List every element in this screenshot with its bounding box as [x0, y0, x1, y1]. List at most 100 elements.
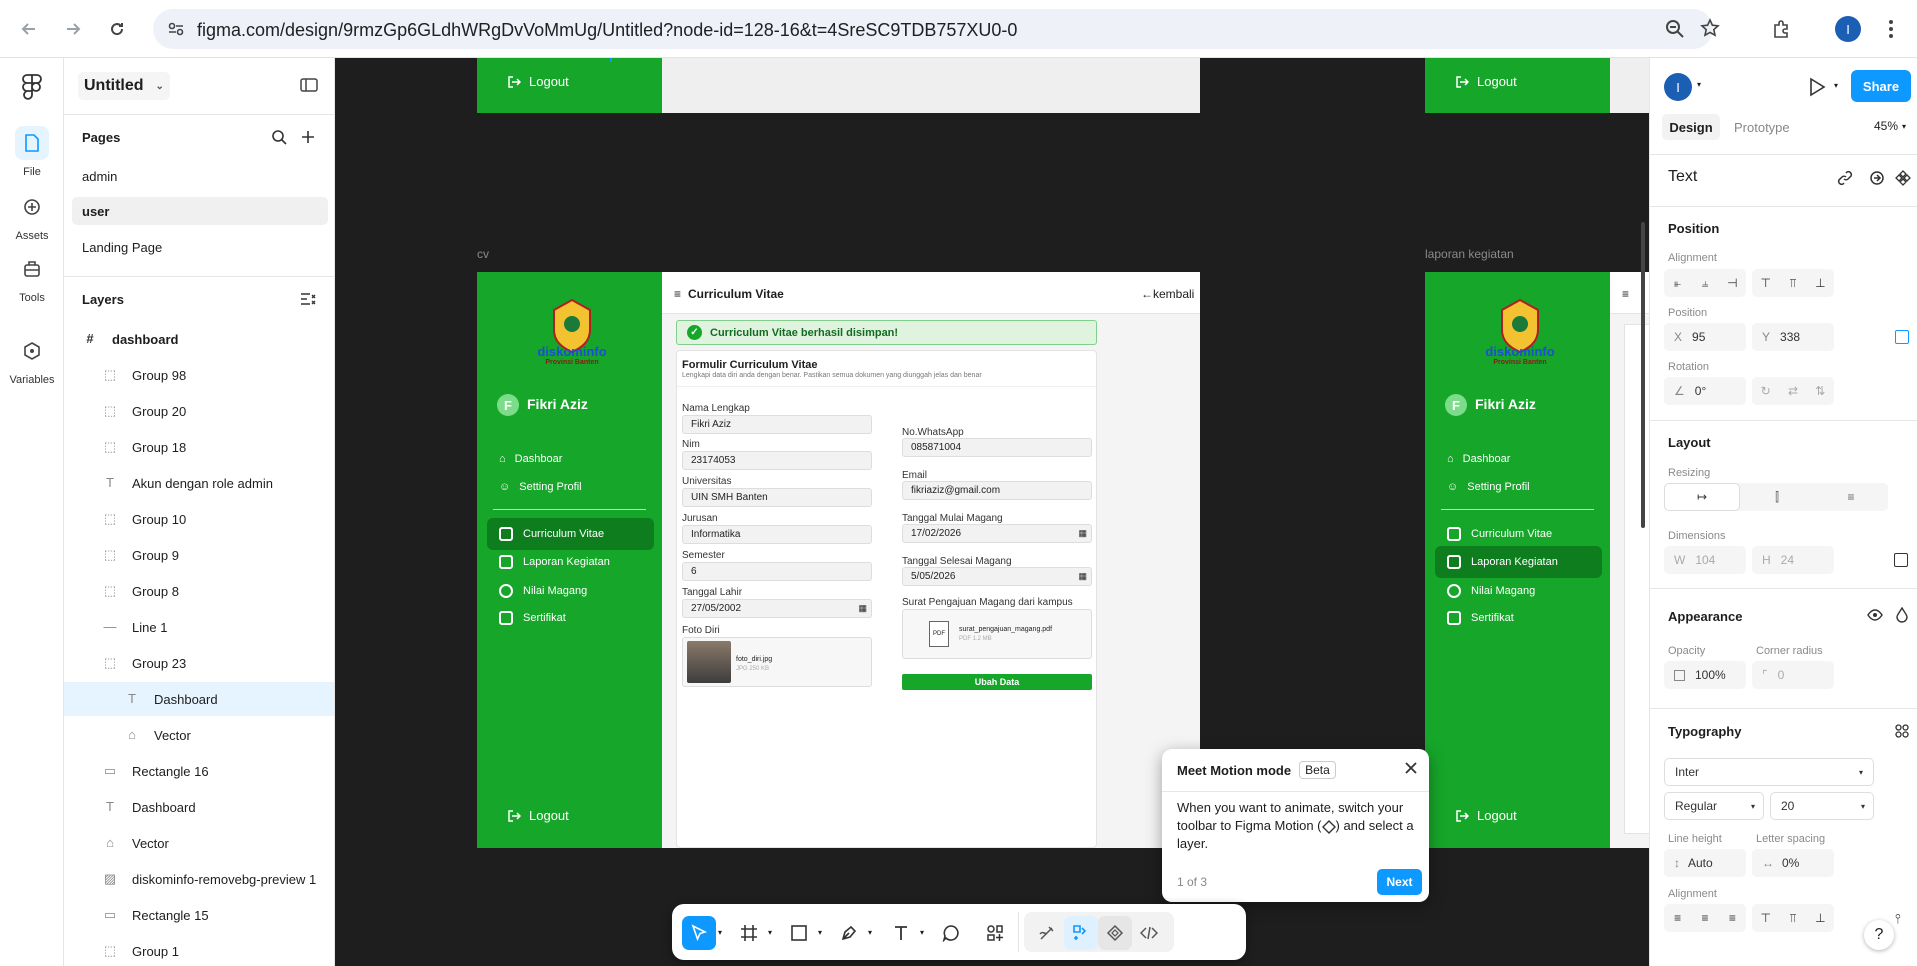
layer-row[interactable]: ⬚ Group 23 [64, 646, 334, 680]
pen-tool-button[interactable] [832, 916, 866, 950]
layer-row[interactable]: ⌂ Vector [64, 718, 334, 752]
draw-mode-button[interactable] [1030, 916, 1064, 950]
bookmark-star-icon[interactable] [1700, 18, 1720, 38]
align-bottom-icon[interactable]: ⊥ [1807, 276, 1834, 290]
rail-assets[interactable]: Assets [0, 190, 64, 242]
zoom-dropdown[interactable]: 45% ▾ [1874, 119, 1906, 133]
logout-button[interactable]: Logout [507, 74, 569, 89]
chevron-down-icon[interactable]: ▾ [1697, 80, 1701, 89]
frame-label-cv[interactable]: cv [477, 247, 489, 261]
profile-avatar[interactable]: I [1835, 16, 1861, 42]
add-page-icon[interactable] [300, 129, 316, 145]
layer-row[interactable]: T Akun dengan role admin [64, 466, 334, 500]
layer-row[interactable]: ⬚ Group 10 [64, 502, 334, 536]
canvas-scrollbar[interactable] [1641, 222, 1645, 528]
nav-sertifikat[interactable]: Sertifikat [1435, 602, 1602, 634]
layer-row[interactable]: T Dashboard [64, 682, 334, 716]
rotate-icon[interactable]: ↻ [1752, 384, 1779, 398]
input-univ[interactable]: UIN SMH Banten [682, 488, 872, 507]
layer-row[interactable]: ⬚ Group 18 [64, 430, 334, 464]
rotation-input[interactable]: ∠ 0° [1664, 377, 1746, 405]
nav-setting-profil[interactable]: ☺ Setting Profil [487, 471, 654, 503]
nav-laporan-kegiatan[interactable]: Laporan Kegiatan [487, 546, 654, 578]
link-icon[interactable] [1837, 170, 1853, 186]
extensions-icon[interactable] [1766, 14, 1796, 44]
rail-tools[interactable]: Tools [0, 252, 64, 304]
layer-row[interactable]: ▭ Rectangle 15 [64, 898, 334, 932]
comment-tool-button[interactable] [934, 916, 968, 950]
align-center-h-icon[interactable]: ⫨ [1691, 276, 1718, 291]
foto-upload[interactable]: foto_diri.jpg JPG 250 KB [682, 637, 872, 687]
layer-row[interactable]: ⬚ Group 9 [64, 538, 334, 572]
next-button[interactable]: Next [1377, 869, 1422, 895]
font-weight-select[interactable]: Regular ▾ [1664, 792, 1764, 820]
present-play-icon[interactable] [1808, 77, 1826, 97]
more-menu-icon[interactable] [1876, 14, 1906, 44]
frame-top-right[interactable]: Logout [1425, 58, 1649, 113]
close-icon[interactable] [1404, 761, 1418, 775]
layer-row[interactable]: ⬚ Group 20 [64, 394, 334, 428]
actions-button[interactable] [978, 916, 1012, 950]
canvas[interactable]: Logout Logout cv laporan kegiatan diskom… [335, 58, 1649, 966]
reload-icon[interactable] [102, 14, 132, 44]
figma-menu-icon[interactable] [20, 74, 44, 100]
logout-button[interactable]: Logout [1455, 74, 1517, 89]
y-input[interactable]: Y 338 [1752, 323, 1834, 351]
chevron-down-icon[interactable]: ▾ [1834, 81, 1838, 90]
align-left-icon[interactable]: ⫦ [1664, 276, 1691, 291]
input-lahir[interactable]: 27/05/2002 ▦ [682, 599, 872, 618]
align-right-icon[interactable]: ⊣ [1719, 276, 1746, 290]
text-tool-button[interactable] [884, 916, 918, 950]
x-input[interactable]: X 95 [1664, 323, 1746, 351]
layer-row[interactable]: T Dashboard [64, 790, 334, 824]
text-align-middle-icon[interactable]: ⫪ [1779, 911, 1806, 926]
logout-button[interactable]: Logout [507, 808, 569, 823]
page-item-landing[interactable]: Landing Page [64, 230, 334, 264]
constrain-proportions-icon[interactable] [1894, 553, 1908, 567]
layer-row[interactable]: — Line 1 [64, 610, 334, 644]
flip-vertical-icon[interactable]: ⇅ [1807, 384, 1834, 398]
input-jurusan[interactable]: Informatika [682, 525, 872, 544]
input-selesai[interactable]: 5/05/2026 ▦ [902, 567, 1092, 586]
zoom-icon[interactable] [1665, 19, 1685, 39]
hamburger-icon[interactable]: ≡ [1622, 287, 1629, 301]
search-icon[interactable] [271, 129, 287, 145]
frame-tool-button[interactable] [732, 916, 766, 950]
constraints-icon[interactable] [1895, 330, 1909, 344]
chevron-down-icon[interactable]: ▾ [920, 928, 924, 937]
site-settings-icon[interactable] [167, 20, 185, 38]
letter-spacing-input[interactable]: ↔ 0% [1752, 849, 1834, 877]
text-align-bottom-icon[interactable]: ⊥ [1807, 911, 1834, 925]
component-icon[interactable] [1895, 170, 1911, 186]
logout-button[interactable]: Logout [1455, 808, 1517, 823]
type-settings-icon[interactable]: ⫯ [1895, 911, 1901, 927]
user-avatar[interactable]: I [1664, 73, 1692, 101]
back-icon[interactable] [14, 14, 44, 44]
frame-cv[interactable]: diskominfo Provinsi Banten F Fikri Aziz ⌂… [477, 272, 1200, 848]
input-email[interactable]: fikriaziz@gmail.com [902, 481, 1092, 500]
visibility-eye-icon[interactable] [1867, 608, 1883, 622]
frame-label-laporan[interactable]: laporan kegiatan [1425, 247, 1514, 261]
text-align-center-icon[interactable]: ≡ [1691, 911, 1718, 925]
nav-sertifikat[interactable]: Sertifikat [487, 602, 654, 634]
dev-mode-button[interactable] [1132, 916, 1166, 950]
layer-row[interactable]: ⬚ Group 98 [64, 358, 334, 392]
chevron-down-icon[interactable]: ▾ [868, 928, 872, 937]
layer-row[interactable]: ⬚ Group 8 [64, 574, 334, 608]
align-middle-icon[interactable]: ⫪ [1779, 276, 1806, 291]
page-item-admin[interactable]: admin [64, 159, 334, 193]
tab-prototype[interactable]: Prototype [1734, 120, 1790, 135]
font-family-select[interactable]: Inter ▾ [1664, 758, 1874, 786]
layer-row[interactable]: ▨ diskominfo-removebg-preview 1 [64, 862, 334, 896]
page-item-user[interactable]: user [72, 197, 328, 225]
line-height-input[interactable]: ↕ Auto [1664, 849, 1746, 877]
shape-tool-button[interactable] [782, 916, 816, 950]
font-size-input[interactable]: 20 ▾ [1770, 792, 1874, 820]
input-wa[interactable]: 085871004 [902, 438, 1092, 457]
ubah-data-button[interactable]: Ubah Data [902, 674, 1092, 690]
back-button[interactable]: ← kembali [1141, 287, 1194, 301]
frame-laporan[interactable]: diskominfo Provinsi Banten F Fikri Aziz ⌂… [1425, 272, 1649, 848]
width-input[interactable]: W 104 [1664, 546, 1746, 574]
forward-icon[interactable] [58, 14, 88, 44]
motion-mode-button[interactable] [1098, 916, 1132, 950]
